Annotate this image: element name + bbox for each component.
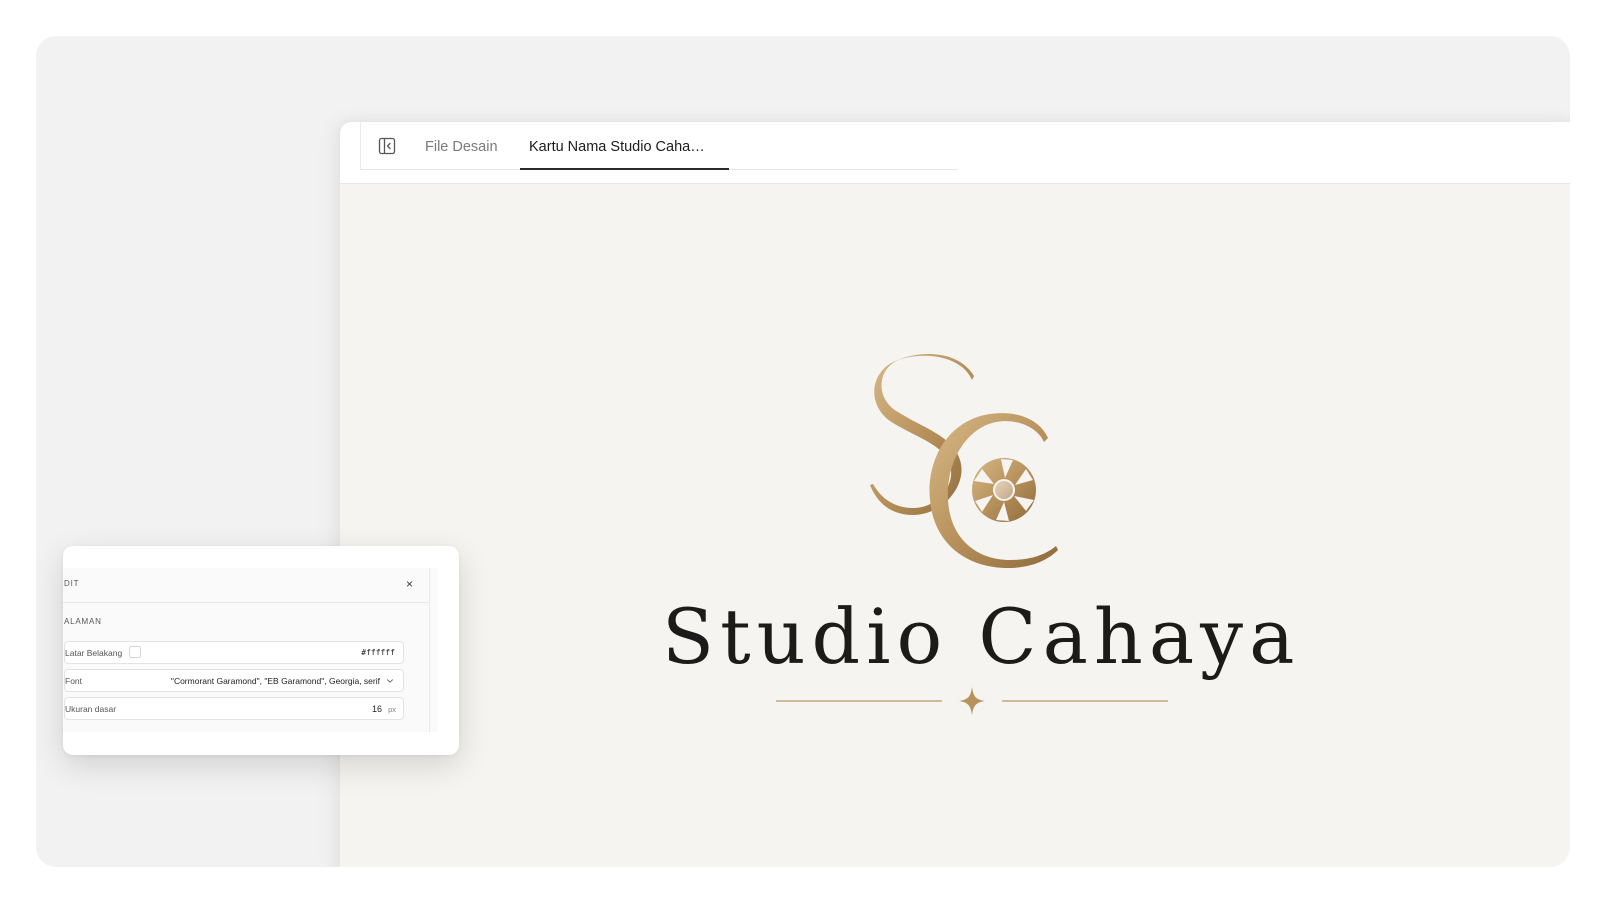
chevron-down-icon[interactable] (386, 677, 394, 685)
background-color-row[interactable]: Latar Belakang #ffffff (64, 641, 404, 664)
base-size-input[interactable]: 16 (372, 704, 382, 714)
sc-monogram-logo[interactable] (868, 350, 1068, 580)
font-row[interactable]: Font "Cormorant Garamond", "EB Garamond"… (64, 669, 404, 692)
base-size-row[interactable]: Ukuran dasar 16 px (64, 697, 404, 720)
camera-aperture-icon (972, 458, 1036, 522)
sidebar-toggle-icon[interactable] (377, 136, 397, 156)
base-size-unit: px (388, 705, 396, 714)
tab-strip: File Desain Kartu Nama Studio Caha… (360, 122, 957, 170)
close-icon[interactable]: × (406, 575, 413, 593)
studio-name-wordmark[interactable]: Studio Cahaya (662, 592, 1294, 682)
font-select[interactable]: "Cormorant Garamond", "EB Garamond", Geo… (171, 676, 380, 686)
design-canvas[interactable]: Studio Cahaya (340, 184, 1570, 867)
base-size-label: Ukuran dasar (65, 704, 117, 714)
divider-ornament (776, 687, 1168, 715)
panel-header: DIT × (63, 568, 430, 603)
editor-window: File Desain Kartu Nama Studio Caha… Stud… (340, 122, 1570, 867)
properties-panel-card: DIT × ALAMAN Latar Belakang #ffffff Font… (63, 546, 459, 755)
four-point-star-icon (959, 687, 985, 715)
top-bar: File Desain Kartu Nama Studio Caha… (340, 122, 1570, 184)
panel-title: DIT (64, 579, 80, 588)
tab-business-card[interactable]: Kartu Nama Studio Caha… (520, 122, 729, 170)
tab-design-files[interactable]: File Desain (425, 122, 498, 169)
font-label: Font (65, 676, 83, 686)
section-label: ALAMAN (64, 617, 102, 626)
page-settings-section: ALAMAN Latar Belakang #ffffff Font "Corm… (63, 603, 430, 732)
background-color-value[interactable]: #ffffff (361, 648, 395, 657)
properties-panel: DIT × ALAMAN Latar Belakang #ffffff Font… (63, 568, 437, 732)
background-color-label: Latar Belakang (65, 648, 123, 658)
color-swatch[interactable] (129, 646, 141, 658)
